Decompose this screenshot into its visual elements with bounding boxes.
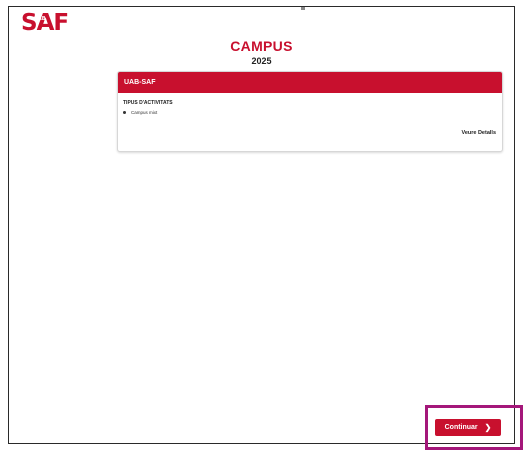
saf-logo[interactable]: SAF UAB xyxy=(21,10,69,36)
continue-label: Continuar xyxy=(444,424,478,431)
logo-uab-text: UAB xyxy=(34,16,46,22)
page-title: CAMPUS xyxy=(230,38,293,54)
page-year: 2025 xyxy=(251,56,272,66)
chevron-right-icon: ❯ xyxy=(484,422,492,432)
bullet-icon xyxy=(123,111,126,114)
activity-types-label: TIPUS D'ACTIVITATS xyxy=(123,100,173,106)
view-details-link[interactable]: Veure Detalls xyxy=(461,130,496,136)
top-indicator xyxy=(301,7,305,10)
list-item: Campus mixt xyxy=(123,110,157,115)
list-item-label: Campus mixt xyxy=(131,110,158,115)
logo-text: SAF xyxy=(21,10,69,36)
campus-card: UAB-SAF TIPUS D'ACTIVITATS Campus mixt V… xyxy=(117,71,503,152)
card-title: UAB-SAF xyxy=(118,72,502,93)
card-body: TIPUS D'ACTIVITATS Campus mixt Veure Det… xyxy=(118,93,502,151)
continue-button[interactable]: Continuar ❯ xyxy=(435,419,501,436)
